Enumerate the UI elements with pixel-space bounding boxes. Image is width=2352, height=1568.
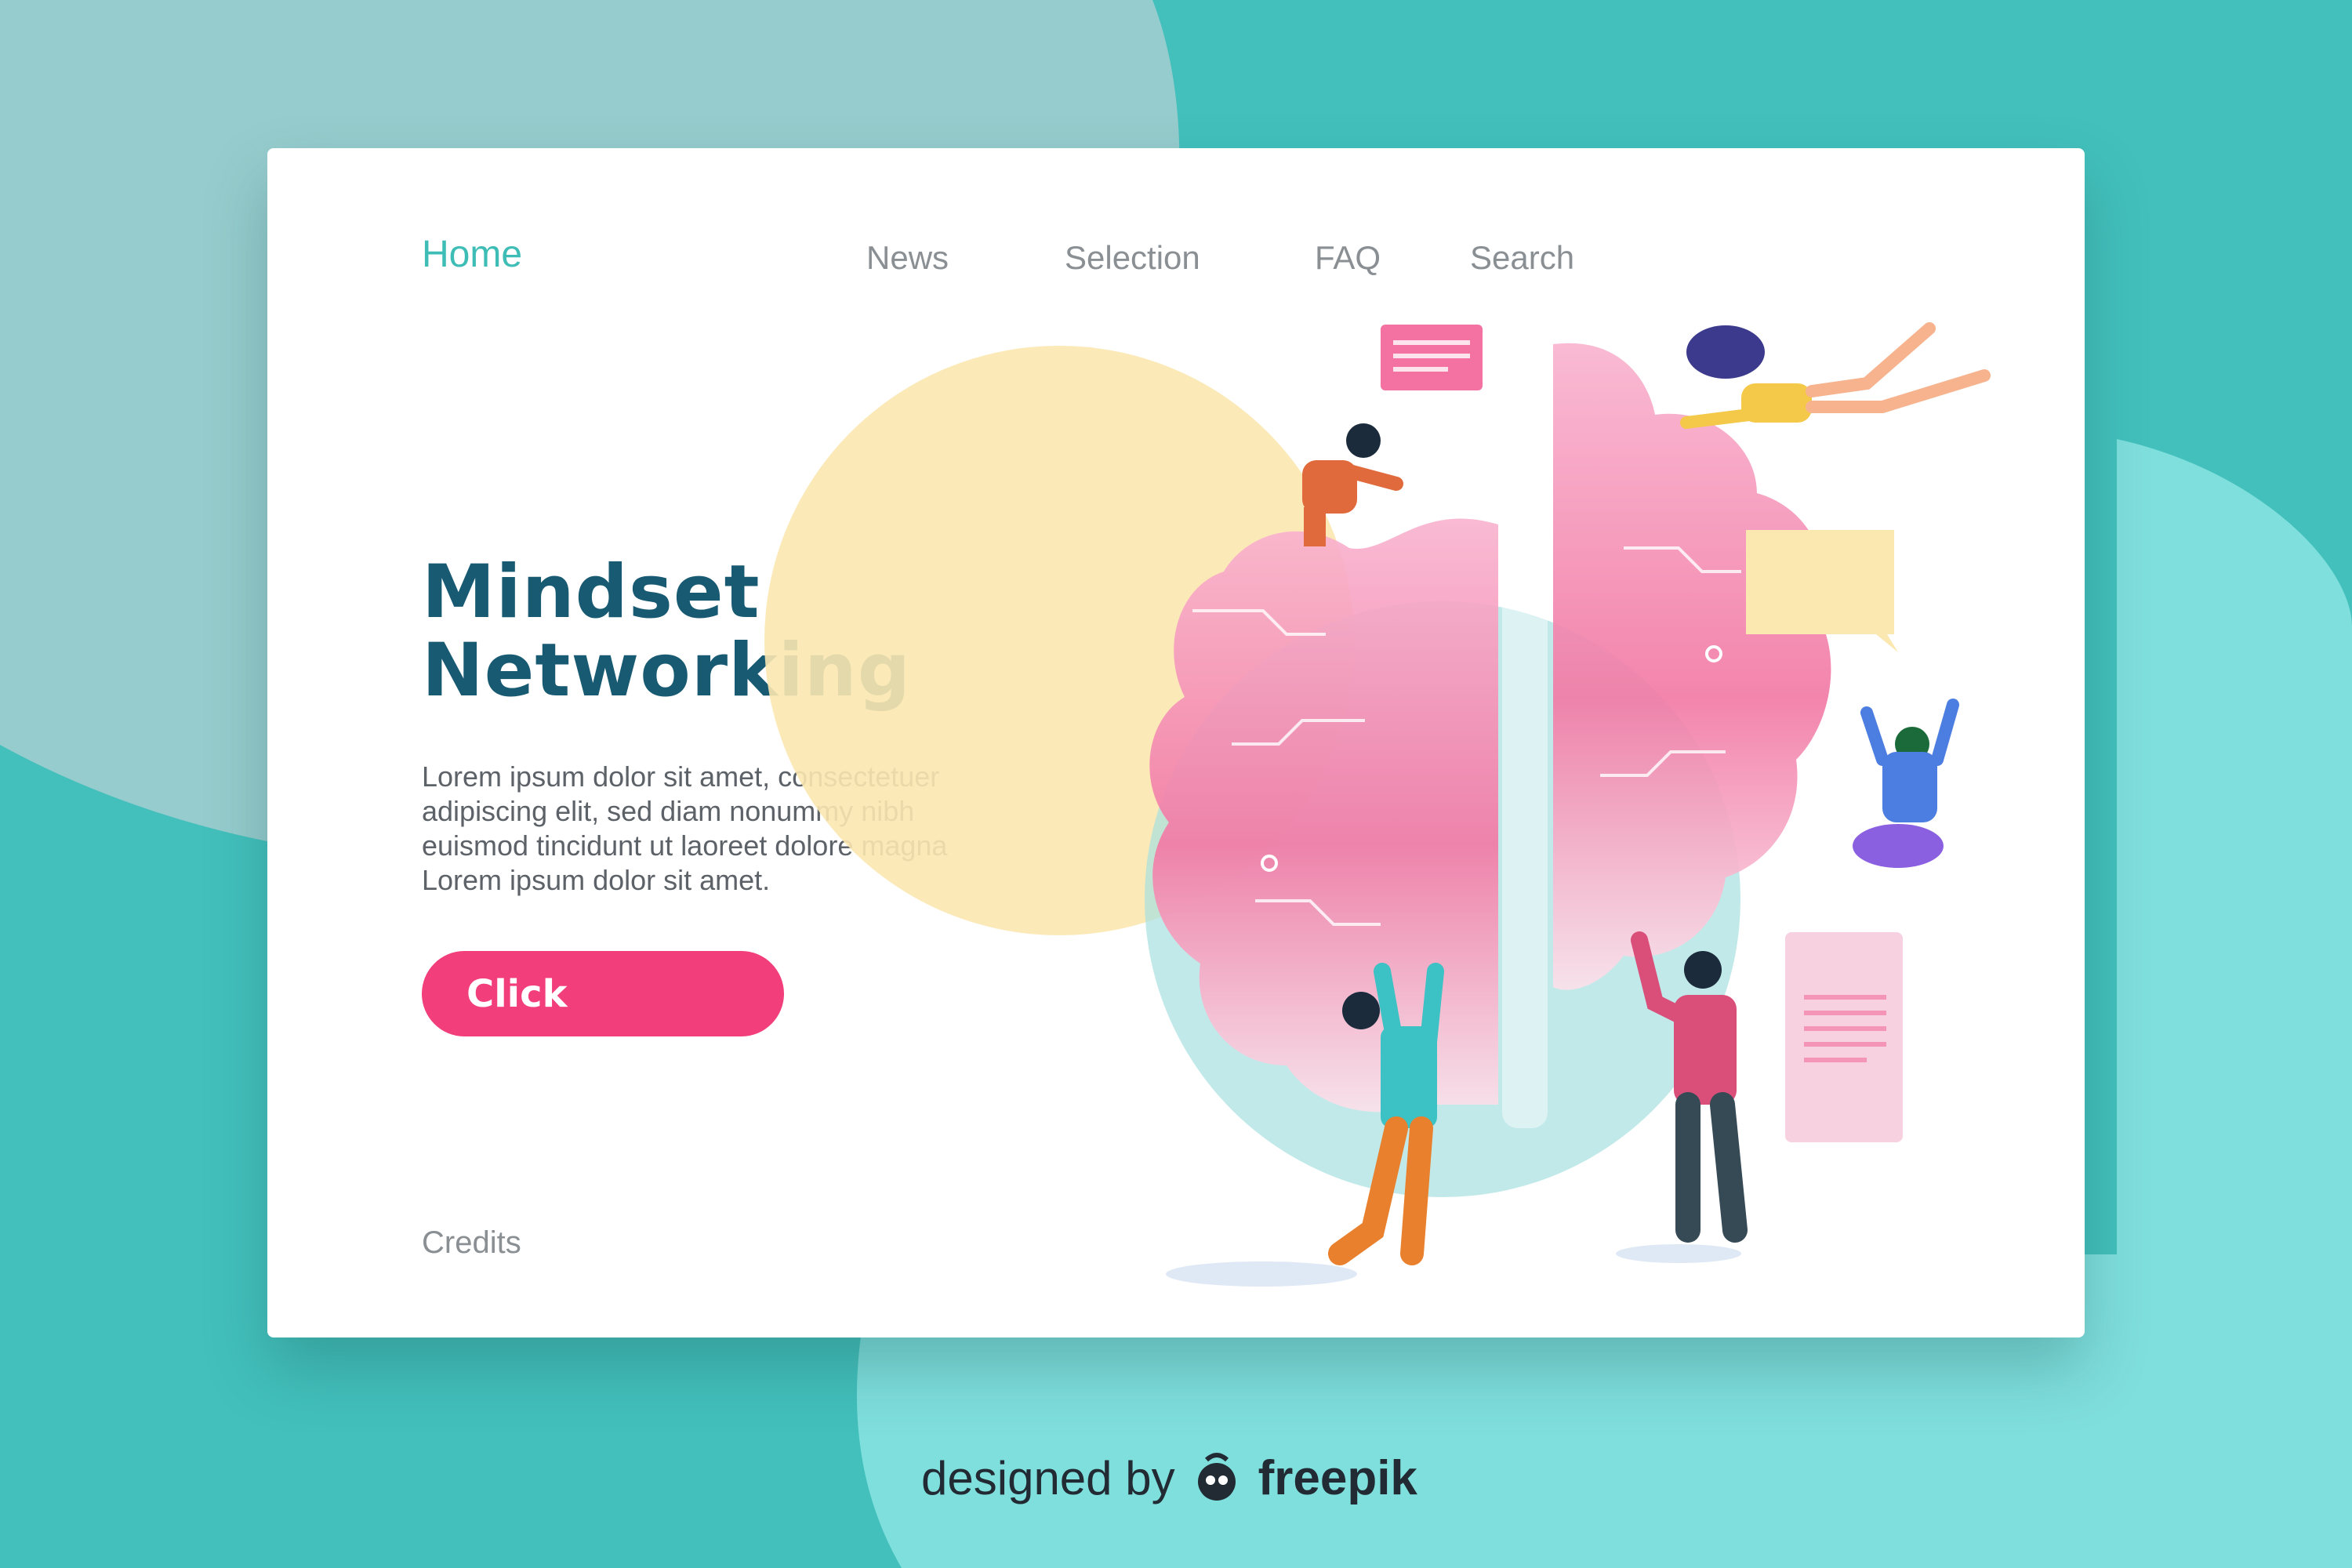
landing-card: Home News Selection FAQ Search Mindset N… bbox=[267, 148, 2085, 1338]
brain-divider bbox=[1502, 517, 1548, 1128]
brain-right-hemisphere bbox=[1553, 343, 1831, 990]
climbing-person bbox=[1302, 423, 1403, 546]
ground-shadow bbox=[1616, 1244, 1741, 1263]
speech-bubble bbox=[1746, 530, 1898, 652]
designed-by-text: designed by bbox=[921, 1451, 1175, 1504]
freepik-name: freepik bbox=[1258, 1450, 1417, 1505]
brain-illustration bbox=[764, 322, 1991, 1287]
flying-person bbox=[1680, 322, 1991, 429]
freepik-brand: designed by freepik bbox=[921, 1446, 1417, 1509]
document-card bbox=[1785, 932, 1903, 1142]
floating-person bbox=[1853, 699, 1959, 868]
freepik-logo-icon bbox=[1197, 1453, 1236, 1501]
ground-shadow bbox=[1166, 1261, 1357, 1287]
